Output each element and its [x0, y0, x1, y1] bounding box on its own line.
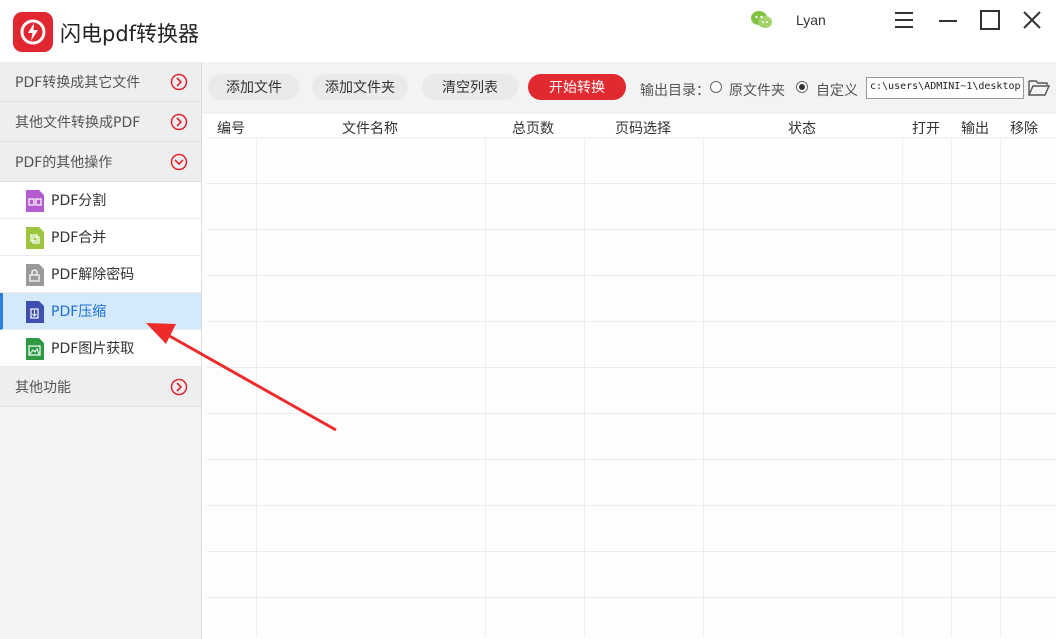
sidebar-item-pdf-split[interactable]: PDF分割	[0, 182, 201, 219]
chevron-right-icon	[170, 73, 188, 91]
clear-list-button[interactable]: 清空列表	[422, 74, 518, 100]
title-bar: 闪电pdf转换器 Lyan	[0, 0, 1056, 62]
table-row	[207, 413, 1056, 414]
col-header-page-count: 总页数	[512, 121, 554, 137]
category-pdf-other-ops[interactable]: PDF的其他操作	[0, 142, 201, 182]
radio-original-folder-label: 原文件夹	[729, 83, 785, 99]
wechat-icon[interactable]	[750, 9, 774, 31]
split-file-icon	[26, 190, 44, 212]
table-row	[207, 275, 1056, 276]
maximize-icon[interactable]	[978, 8, 1002, 32]
radio-custom[interactable]	[796, 81, 808, 93]
merge-file-icon	[26, 227, 44, 249]
table-header: 编号 文件名称 总页数 页码选择 状态 打开 输出 移除	[207, 114, 1056, 138]
grid-line	[207, 137, 1056, 138]
image-file-icon	[26, 338, 44, 360]
table-row	[207, 597, 1056, 598]
minimize-icon[interactable]	[936, 8, 960, 32]
col-header-open: 打开	[912, 121, 940, 137]
grid-line	[951, 138, 952, 638]
sidebar-item-label: PDF分割	[51, 193, 107, 209]
table-body	[207, 138, 1056, 638]
col-header-filename: 文件名称	[342, 121, 398, 137]
sidebar-item-pdf-image-extract[interactable]: PDF图片获取	[0, 330, 201, 367]
category-label: 其他文件转换成PDF	[15, 114, 141, 131]
radio-custom-label: 自定义	[816, 83, 858, 99]
sidebar-item-label: PDF合并	[51, 230, 107, 246]
table-row	[207, 321, 1056, 322]
table-row	[207, 183, 1056, 184]
logo-icon	[13, 12, 53, 52]
table-row	[207, 551, 1056, 552]
category-label: PDF的其他操作	[15, 154, 113, 171]
app-title: 闪电pdf转换器	[60, 22, 200, 46]
chevron-down-icon	[170, 153, 188, 171]
category-label: 其他功能	[15, 379, 71, 396]
grid-line	[584, 138, 585, 638]
col-header-page-select: 页码选择	[615, 121, 671, 137]
table-row	[207, 367, 1056, 368]
col-header-index: 编号	[217, 121, 245, 137]
file-table: 编号 文件名称 总页数 页码选择 状态 打开 输出 移除	[207, 114, 1056, 639]
compress-file-icon	[26, 301, 44, 323]
sidebar-item-pdf-merge[interactable]: PDF合并	[0, 219, 201, 256]
grid-line	[256, 138, 257, 638]
sidebar-item-label: PDF压缩	[51, 304, 107, 320]
table-row	[207, 459, 1056, 460]
category-pdf-to-other[interactable]: PDF转换成其它文件	[0, 62, 201, 102]
grid-line	[902, 138, 903, 638]
category-label: PDF转换成其它文件	[15, 74, 141, 91]
chevron-right-icon	[170, 378, 188, 396]
menu-icon[interactable]	[892, 8, 916, 32]
toolbar: 添加文件 添加文件夹 清空列表 开始转换 输出目录： 原文件夹 自定义 c:\u…	[202, 62, 1056, 114]
col-header-output: 输出	[961, 121, 989, 137]
grid-line	[485, 138, 486, 638]
table-row	[207, 505, 1056, 506]
folder-open-icon[interactable]	[1028, 77, 1050, 97]
sidebar-item-pdf-unlock[interactable]: PDF解除密码	[0, 256, 201, 293]
output-dir-label: 输出目录：	[640, 83, 710, 99]
chevron-right-icon	[170, 113, 188, 131]
add-file-button[interactable]: 添加文件	[208, 74, 300, 100]
col-header-status: 状态	[788, 121, 816, 137]
output-path-input[interactable]: c:\users\ADMINI~1\desktop	[866, 77, 1024, 99]
table-row	[207, 229, 1056, 230]
category-other-functions[interactable]: 其他功能	[0, 367, 201, 407]
sidebar-item-pdf-compress[interactable]: PDF压缩	[0, 293, 201, 330]
sidebar-item-label: PDF解除密码	[51, 267, 135, 283]
grid-line	[1000, 138, 1001, 638]
radio-original-folder[interactable]	[710, 81, 722, 93]
category-other-to-pdf[interactable]: 其他文件转换成PDF	[0, 102, 201, 142]
add-folder-button[interactable]: 添加文件夹	[312, 74, 408, 100]
sidebar: PDF转换成其它文件 其他文件转换成PDF PDF的其他操作 PDF分割 PDF…	[0, 62, 202, 639]
start-convert-button[interactable]: 开始转换	[528, 74, 626, 100]
grid-line	[703, 138, 704, 638]
unlock-file-icon	[26, 264, 44, 286]
sidebar-item-label: PDF图片获取	[51, 341, 135, 357]
user-name[interactable]: Lyan	[796, 12, 826, 28]
col-header-remove: 移除	[1010, 121, 1038, 137]
close-icon[interactable]	[1020, 8, 1044, 32]
